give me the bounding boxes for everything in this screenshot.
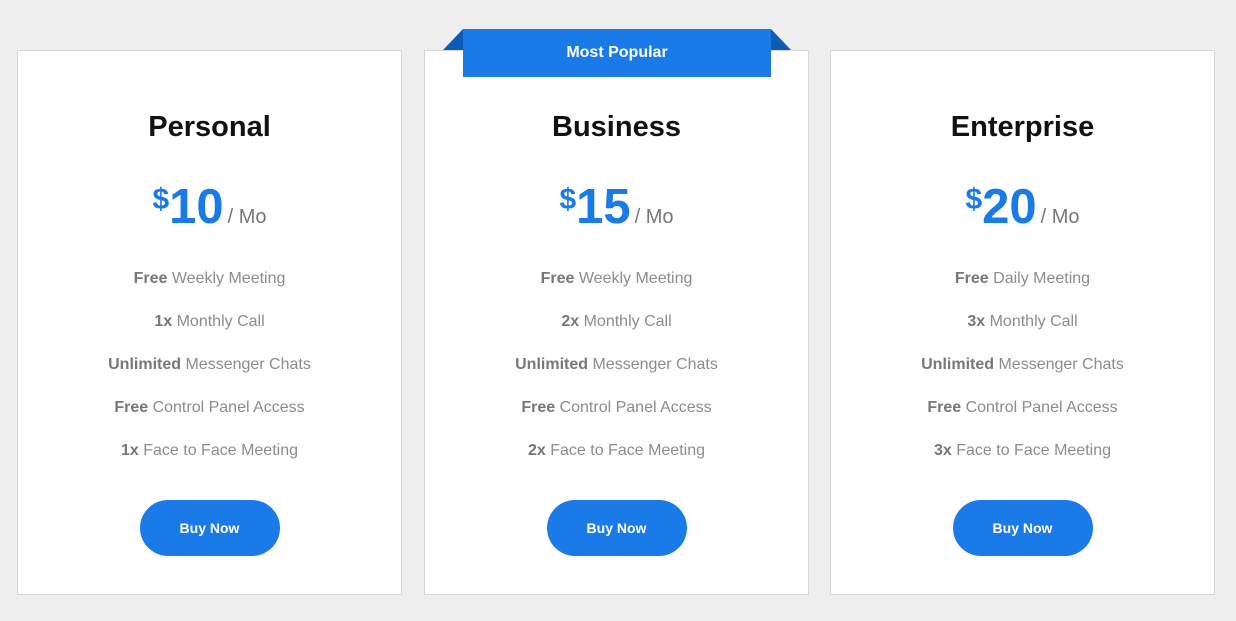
pricing-card-personal: Personal $10/ Mo Free Weekly Meeting 1x … bbox=[17, 50, 402, 595]
feature-text: Face to Face Meeting bbox=[951, 442, 1111, 459]
feature-highlight: Free bbox=[954, 270, 989, 287]
feature-item: 3x Monthly Call bbox=[831, 312, 1214, 355]
ribbon-fold-right bbox=[771, 29, 791, 50]
feature-highlight: Free bbox=[927, 399, 962, 416]
price-amount: 15 bbox=[576, 180, 631, 234]
feature-text: Control Panel Access bbox=[148, 399, 305, 416]
feature-highlight: Unlimited bbox=[515, 356, 589, 373]
feature-item: Unlimited Messenger Chats bbox=[18, 355, 401, 398]
currency-symbol: $ bbox=[965, 183, 983, 216]
feature-highlight: Free bbox=[521, 399, 556, 416]
feature-highlight: 1x bbox=[154, 313, 173, 330]
feature-item: Unlimited Messenger Chats bbox=[831, 355, 1214, 398]
price-period: / Mo bbox=[634, 206, 674, 228]
feature-highlight: 3x bbox=[934, 442, 952, 459]
feature-item: 2x Face to Face Meeting bbox=[425, 441, 808, 484]
feature-text: Weekly Meeting bbox=[167, 270, 286, 287]
feature-item: Free Control Panel Access bbox=[425, 398, 808, 441]
feature-highlight: Free bbox=[133, 270, 168, 287]
plan-name: Personal bbox=[148, 111, 271, 143]
feature-list: Free Daily Meeting 3x Monthly Call Unlim… bbox=[831, 269, 1214, 484]
feature-text: Daily Meeting bbox=[988, 270, 1091, 287]
feature-highlight: 1x bbox=[121, 442, 139, 459]
feature-text: Monthly Call bbox=[579, 313, 672, 330]
plan-price: $15/ Mo bbox=[425, 179, 808, 235]
feature-highlight: 2x bbox=[528, 442, 546, 459]
most-popular-ribbon: Most Popular bbox=[463, 29, 771, 77]
price-period: / Mo bbox=[1040, 206, 1080, 228]
price-period: / Mo bbox=[227, 206, 267, 228]
pricing-section: Personal $10/ Mo Free Weekly Meeting 1x … bbox=[0, 0, 1236, 621]
price-amount: 20 bbox=[982, 180, 1037, 234]
feature-text: Control Panel Access bbox=[961, 399, 1118, 416]
buy-now-button-enterprise[interactable]: Buy Now bbox=[952, 500, 1093, 556]
feature-list: Free Weekly Meeting 1x Monthly Call Unli… bbox=[18, 269, 401, 484]
feature-highlight: Free bbox=[540, 270, 575, 287]
feature-item: 1x Face to Face Meeting bbox=[18, 441, 401, 484]
plan-name: Business bbox=[552, 111, 681, 143]
buy-now-button-business[interactable]: Buy Now bbox=[546, 500, 687, 556]
feature-text: Weekly Meeting bbox=[574, 270, 693, 287]
feature-text: Messenger Chats bbox=[994, 356, 1124, 373]
pricing-card-enterprise: Enterprise $20/ Mo Free Daily Meeting 3x… bbox=[830, 50, 1215, 595]
feature-text: Monthly Call bbox=[172, 313, 265, 330]
feature-item: 3x Face to Face Meeting bbox=[831, 441, 1214, 484]
feature-item: 1x Monthly Call bbox=[18, 312, 401, 355]
plan-name: Enterprise bbox=[950, 111, 1095, 143]
feature-highlight: Unlimited bbox=[108, 356, 182, 373]
feature-item: Free Control Panel Access bbox=[831, 398, 1214, 441]
feature-highlight: 3x bbox=[967, 313, 986, 330]
feature-item: Free Control Panel Access bbox=[18, 398, 401, 441]
feature-text: Control Panel Access bbox=[555, 399, 712, 416]
currency-symbol: $ bbox=[152, 183, 170, 216]
feature-highlight: Unlimited bbox=[921, 356, 995, 373]
price-amount: 10 bbox=[169, 180, 224, 234]
plan-price: $10/ Mo bbox=[18, 179, 401, 235]
feature-text: Face to Face Meeting bbox=[138, 442, 298, 459]
feature-text: Messenger Chats bbox=[588, 356, 718, 373]
feature-text: Face to Face Meeting bbox=[545, 442, 705, 459]
feature-item: Free Weekly Meeting bbox=[18, 269, 401, 312]
feature-item: 2x Monthly Call bbox=[425, 312, 808, 355]
feature-item: Unlimited Messenger Chats bbox=[425, 355, 808, 398]
ribbon-fold-left bbox=[443, 29, 463, 50]
buy-now-button-personal[interactable]: Buy Now bbox=[139, 500, 280, 556]
feature-list: Free Weekly Meeting 2x Monthly Call Unli… bbox=[425, 269, 808, 484]
currency-symbol: $ bbox=[559, 183, 577, 216]
feature-item: Free Weekly Meeting bbox=[425, 269, 808, 312]
plan-price: $20/ Mo bbox=[831, 179, 1214, 235]
feature-highlight: 2x bbox=[561, 313, 580, 330]
feature-text: Messenger Chats bbox=[181, 356, 311, 373]
pricing-card-business: Business $15/ Mo Free Weekly Meeting 2x … bbox=[424, 50, 809, 595]
feature-highlight: Free bbox=[114, 399, 149, 416]
feature-item: Free Daily Meeting bbox=[831, 269, 1214, 312]
feature-text: Monthly Call bbox=[985, 313, 1078, 330]
